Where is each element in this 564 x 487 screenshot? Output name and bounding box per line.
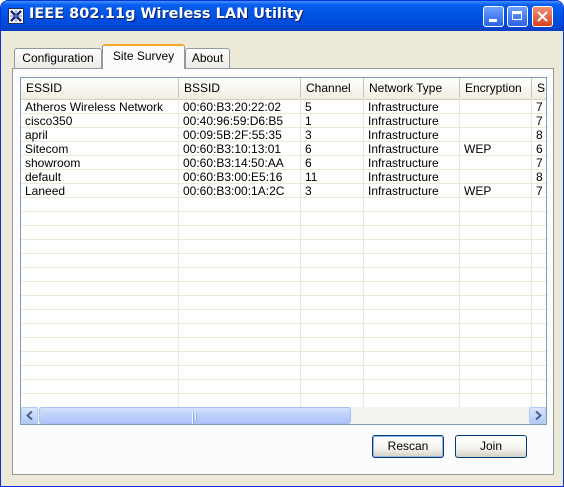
cell-bssid: 00:40:96:59:D6:B5 <box>183 114 284 128</box>
cell-network-type: Infrastructure <box>368 156 439 170</box>
cell-signal: 7 <box>536 184 543 198</box>
grid-row-line <box>21 211 546 212</box>
grid-row-line <box>21 323 546 324</box>
grid-row-line <box>21 295 546 296</box>
cell-essid: default <box>25 170 62 184</box>
grid-row-line <box>21 267 546 268</box>
window-title: IEEE 802.11g Wireless LAN Utility <box>29 6 304 22</box>
column-header-bssid[interactable]: BSSID <box>179 78 301 98</box>
cell-network-type: Infrastructure <box>368 100 439 114</box>
cell-bssid: 00:60:B3:14:50:AA <box>183 156 284 170</box>
list-header: ESSID BSSID Channel Network Type Encrypt… <box>21 78 546 100</box>
cell-bssid: 00:60:B3:00:E5:16 <box>183 170 283 184</box>
grid-row-line <box>21 281 546 282</box>
grid-row-line <box>21 337 546 338</box>
scroll-right-icon[interactable] <box>529 407 546 424</box>
cell-bssid: 00:60:B3:10:13:01 <box>183 142 282 156</box>
cell-channel: 6 <box>305 156 312 170</box>
cell-encryption: WEP <box>464 184 492 198</box>
table-row[interactable]: default 00:60:B3:00:E5:16 11 Infrastructure… <box>21 170 546 184</box>
cell-encryption <box>460 128 532 142</box>
scroll-left-icon[interactable] <box>21 407 38 424</box>
grid-row-line <box>21 309 546 310</box>
app-window: IEEE 802.11g Wireless LAN Utility Config… <box>0 0 564 487</box>
cell-essid: Atheros Wireless Network <box>25 100 164 114</box>
column-header-signal[interactable]: S <box>532 78 546 98</box>
table-row[interactable]: april 00:09:5B:2F:55:35 3 Infrastructure 8 <box>21 128 546 142</box>
column-header-network-type[interactable]: Network Type <box>364 78 460 98</box>
cell-bssid: 00:09:5B:2F:55:35 <box>183 128 282 142</box>
cell-network-type: Infrastructure <box>368 184 439 198</box>
table-row[interactable]: showroom 00:60:B3:14:50:AA 6 Infrastructure… <box>21 156 546 170</box>
cell-essid: april <box>25 128 48 142</box>
cell-signal: 8 <box>536 128 543 142</box>
site-survey-panel: ESSID BSSID Channel Network Type Encrypt… <box>12 68 554 475</box>
column-header-channel[interactable]: Channel <box>301 78 364 98</box>
cell-encryption <box>460 114 532 128</box>
table-row[interactable]: cisco350 00:40:96:59:D6:B5 1 Infrastructure… <box>21 114 546 128</box>
cell-channel: 3 <box>305 128 312 142</box>
join-button[interactable]: Join <box>455 435 527 458</box>
cell-signal: 7 <box>536 156 543 170</box>
cell-network-type: Infrastructure <box>368 142 439 156</box>
horizontal-scrollbar[interactable] <box>21 407 546 424</box>
cell-channel: 11 <box>305 170 318 184</box>
cell-channel: 6 <box>305 142 312 156</box>
grid-row-line <box>21 253 546 254</box>
cell-encryption <box>460 156 532 170</box>
cell-channel: 3 <box>305 184 312 198</box>
cell-encryption <box>460 100 532 114</box>
cell-network-type: Infrastructure <box>368 170 439 184</box>
cell-essid: showroom <box>25 156 81 170</box>
tab-about[interactable]: About <box>185 48 230 68</box>
maximize-icon[interactable] <box>507 6 528 27</box>
table-row[interactable]: Laneed 00:60:B3:00:1A:2C 3 Infrastructure WE… <box>21 184 546 198</box>
cell-signal: 7 <box>536 114 543 128</box>
cell-encryption <box>460 170 532 184</box>
scroll-thumb[interactable] <box>39 407 351 424</box>
table-row[interactable]: Atheros Wireless Network 00:60:B3:20:22:0… <box>21 100 546 114</box>
cell-bssid: 00:60:B3:20:22:02 <box>183 100 282 114</box>
cell-essid: Laneed <box>25 184 66 198</box>
close-icon[interactable] <box>532 6 553 27</box>
title-bar[interactable]: IEEE 802.11g Wireless LAN Utility <box>1 1 563 31</box>
grip-icon <box>192 413 200 424</box>
cell-signal: 8 <box>536 170 543 184</box>
cell-signal: 7 <box>536 100 543 114</box>
rescan-button[interactable]: Rescan <box>372 435 444 458</box>
cell-essid: cisco350 <box>25 114 73 128</box>
cell-network-type: Infrastructure <box>368 128 439 142</box>
cell-network-type: Infrastructure <box>368 114 439 128</box>
grid-row-line <box>21 393 546 394</box>
minimize-icon[interactable] <box>483 6 504 27</box>
cell-channel: 5 <box>305 100 312 114</box>
table-row[interactable]: Sitecom 00:60:B3:10:13:01 6 Infrastructure W… <box>21 142 546 156</box>
grid-row-line <box>21 365 546 366</box>
grid-row-line <box>21 379 546 380</box>
cell-bssid: 00:60:B3:00:1A:2C <box>183 184 285 198</box>
tab-site-survey[interactable]: Site Survey <box>102 44 185 69</box>
network-list[interactable]: ESSID BSSID Channel Network Type Encrypt… <box>20 77 547 425</box>
column-header-encryption[interactable]: Encryption <box>460 78 532 98</box>
cell-signal: 6 <box>536 142 543 156</box>
wireless-app-icon[interactable] <box>8 8 24 24</box>
cell-channel: 1 <box>305 114 312 128</box>
grid-row-line <box>21 225 546 226</box>
grid-row-line <box>21 239 546 240</box>
cell-encryption: WEP <box>464 142 492 156</box>
grid-row-line <box>21 351 546 352</box>
column-header-essid[interactable]: ESSID <box>21 78 179 98</box>
cell-essid: Sitecom <box>25 142 69 156</box>
tab-configuration[interactable]: Configuration <box>14 48 102 68</box>
